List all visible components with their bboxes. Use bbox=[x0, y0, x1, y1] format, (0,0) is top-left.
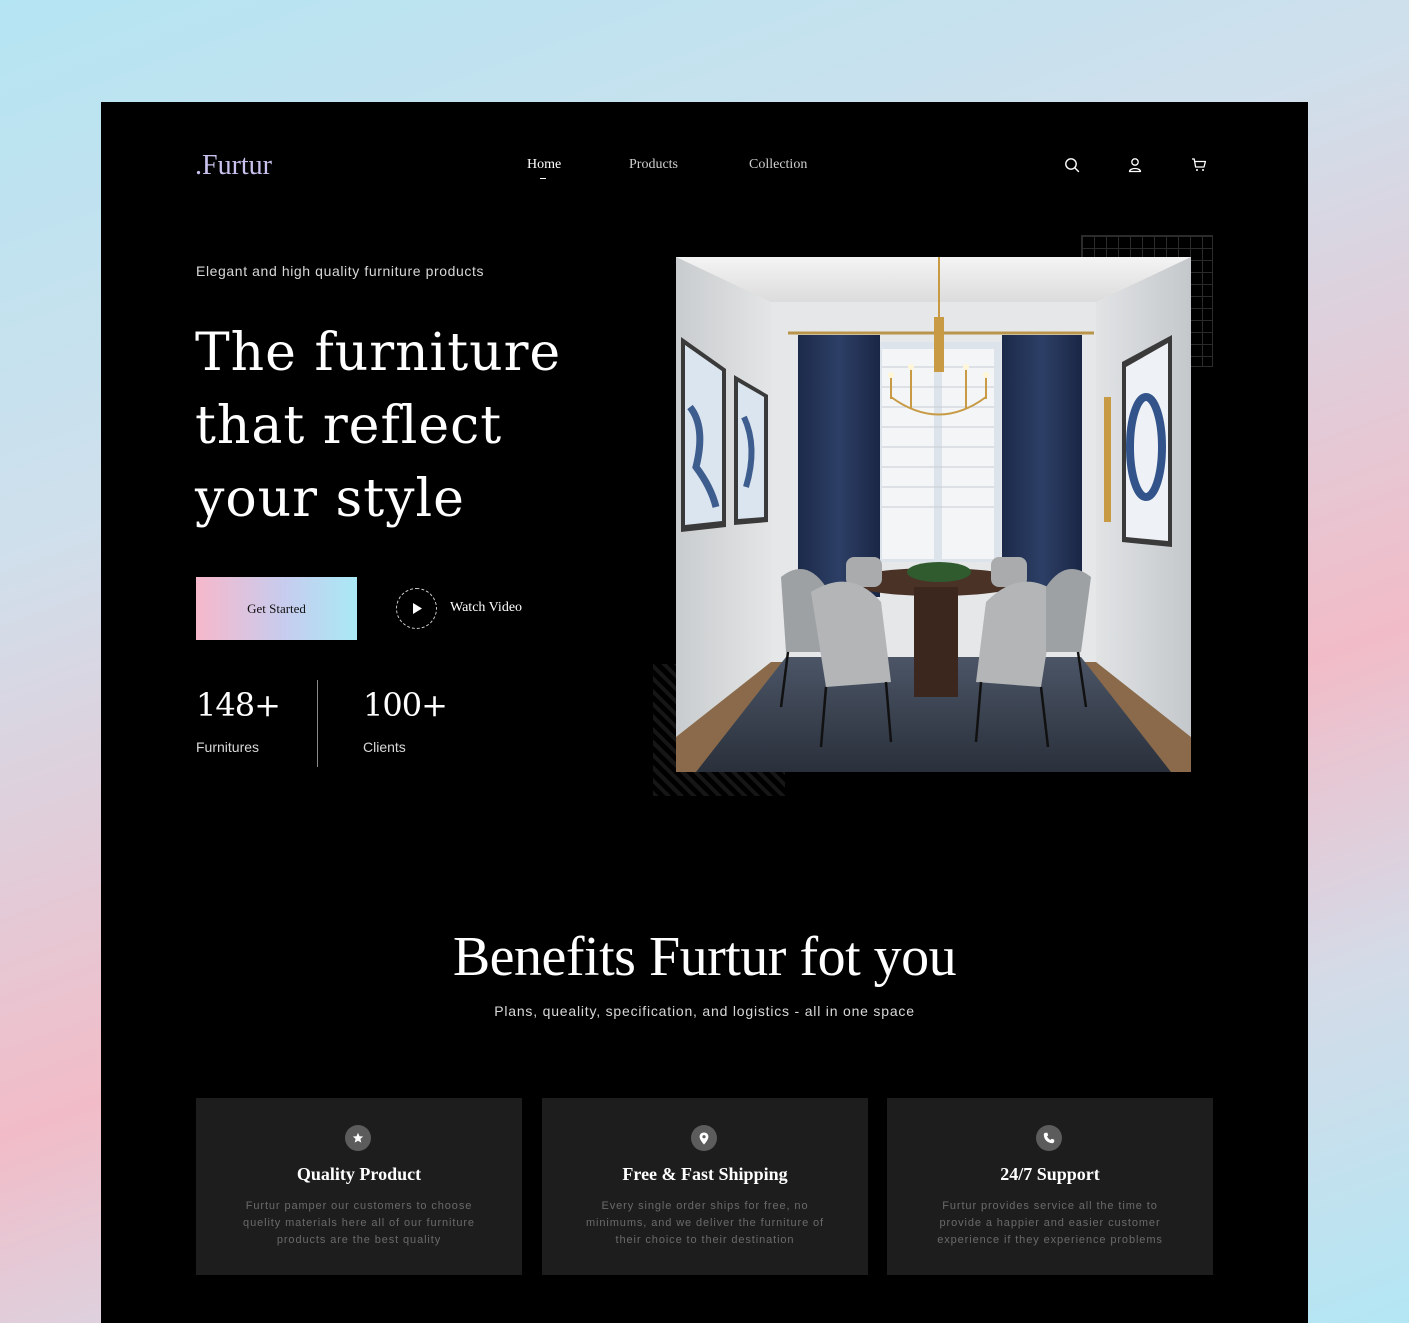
nav-home[interactable]: Home bbox=[527, 157, 561, 179]
benefit-card-quality[interactable]: Quality Product Furtur pamper our custom… bbox=[196, 1098, 522, 1275]
card-body: Every single order ships for free, no mi… bbox=[585, 1200, 825, 1246]
card-title: Quality Product bbox=[296, 1164, 422, 1184]
play-icon bbox=[406, 598, 428, 620]
nav-collection[interactable]: Collection bbox=[749, 157, 807, 173]
hero-title-line: your style bbox=[195, 469, 465, 529]
stat-furnitures-label: Furnitures bbox=[196, 739, 260, 755]
search-icon[interactable] bbox=[1061, 154, 1083, 176]
watch-video-link[interactable]: Watch Video bbox=[450, 600, 522, 616]
stat-clients-label: Clients bbox=[363, 739, 406, 755]
hero-title-line: The furniture bbox=[195, 323, 562, 383]
card-body: Furtur pamper our customers to choose qu… bbox=[243, 1200, 475, 1246]
card-title: Free & Fast Shipping bbox=[622, 1164, 788, 1184]
hero-tagline: Elegant and high quality furniture produ… bbox=[196, 263, 485, 279]
nav-products[interactable]: Products bbox=[629, 157, 678, 173]
landing-page: .Furtur Home Products Collection Elegant… bbox=[101, 102, 1308, 1323]
card-title: 24/7 Support bbox=[1000, 1164, 1100, 1184]
cart-icon[interactable] bbox=[1188, 154, 1210, 176]
benefit-card-shipping[interactable]: Free & Fast Shipping Every single order … bbox=[542, 1098, 868, 1275]
user-icon[interactable] bbox=[1124, 154, 1146, 176]
benefits-title: Benefits Furtur fot you bbox=[452, 926, 957, 988]
benefit-card-support[interactable]: 24/7 Support Furtur provides service all… bbox=[887, 1098, 1213, 1275]
hero-title-line: that reflect bbox=[195, 396, 503, 456]
card-body: Furtur provides service all the time to … bbox=[937, 1200, 1163, 1246]
get-started-button[interactable]: Get Started bbox=[196, 577, 357, 640]
phone-icon bbox=[1036, 1125, 1062, 1151]
play-video-button[interactable] bbox=[396, 588, 437, 629]
dining-room-image bbox=[676, 257, 1191, 772]
stat-clients-value: 100+ bbox=[363, 686, 448, 724]
stat-divider bbox=[317, 680, 318, 767]
logo[interactable]: .Furtur bbox=[195, 150, 272, 182]
star-icon bbox=[345, 1125, 371, 1151]
stat-furnitures-value: 148+ bbox=[196, 686, 281, 724]
hero-title: The furniture that reflect your style bbox=[195, 317, 625, 536]
benefits-subtitle: Plans, queality, specification, and logi… bbox=[494, 1003, 915, 1019]
location-pin-icon bbox=[691, 1125, 717, 1151]
